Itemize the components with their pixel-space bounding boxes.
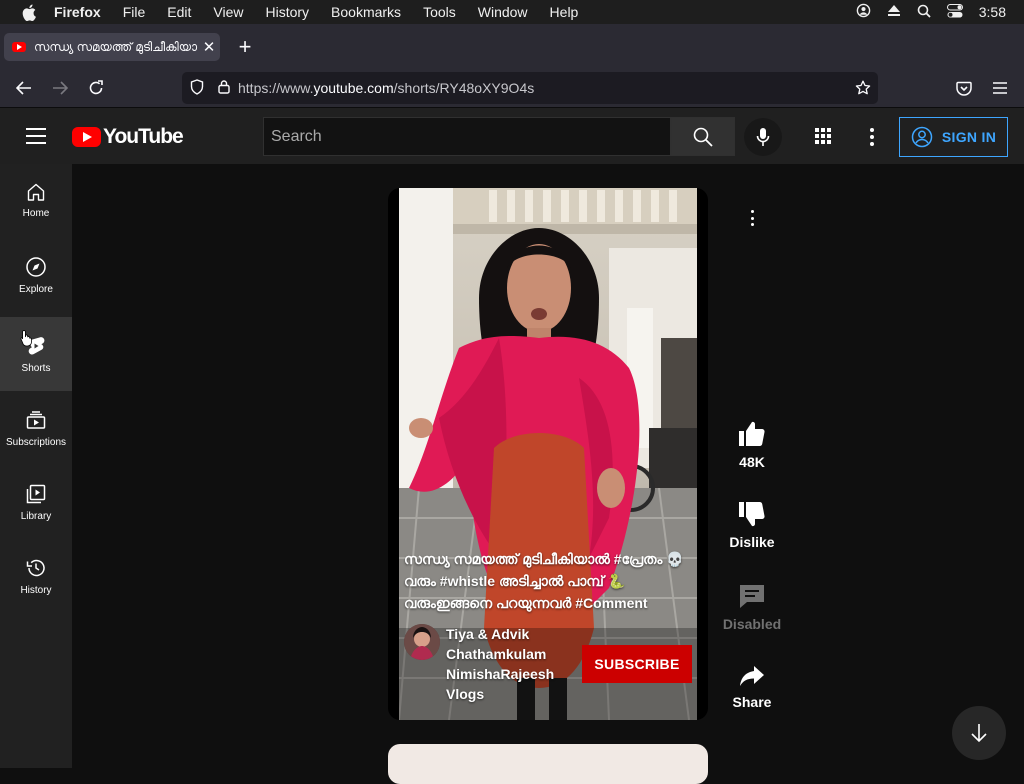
search-button[interactable] <box>671 117 735 156</box>
dislike-button[interactable]: Dislike <box>722 500 782 550</box>
next-short-button[interactable] <box>952 706 1006 760</box>
forward-arrow-icon[interactable] <box>47 76 73 100</box>
thumbs-up-icon <box>739 421 765 446</box>
menu-window[interactable]: Window <box>478 4 528 20</box>
url-text[interactable]: https://www.youtube.com/shorts/RY48oXY9O… <box>238 80 534 96</box>
settings-more-icon[interactable] <box>862 126 882 148</box>
sidebar-item-label: History <box>20 585 52 596</box>
next-short-preview[interactable] <box>388 744 708 784</box>
menu-bookmarks[interactable]: Bookmarks <box>331 4 401 20</box>
sidebar-item-library[interactable]: Library <box>0 465 72 539</box>
lock-icon[interactable] <box>218 79 230 97</box>
sidebar-item-label: Explore <box>19 284 53 295</box>
sidebar-item-explore[interactable]: Explore <box>0 238 72 312</box>
library-icon <box>26 484 46 504</box>
apps-grid-icon[interactable] <box>813 126 833 146</box>
menu-help[interactable]: Help <box>550 4 579 20</box>
sign-in-button[interactable]: SIGN IN <box>899 117 1008 157</box>
tracking-shield-icon[interactable] <box>190 78 204 98</box>
app-menu-hamburger-icon[interactable] <box>987 76 1013 100</box>
like-count: 48K <box>739 454 765 470</box>
menu-view[interactable]: View <box>213 4 243 20</box>
channel-avatar[interactable] <box>404 624 440 660</box>
guide-menu-icon[interactable] <box>26 128 46 144</box>
sidebar-item-subscriptions[interactable]: Subscriptions <box>0 391 72 465</box>
menubar-clock[interactable]: 3:58 <box>979 4 1006 20</box>
sidebar-item-history[interactable]: History <box>0 539 72 613</box>
share-label: Share <box>732 694 772 710</box>
url-path: /shorts/RY48oXY9O4s <box>393 80 535 96</box>
short-more-options-icon[interactable] <box>746 208 758 228</box>
new-tab-plus-icon[interactable]: + <box>232 34 258 60</box>
sidebar-item-label: Library <box>20 511 52 522</box>
browser-nav-bar: https://www.youtube.com/shorts/RY48oXY9O… <box>0 68 1024 108</box>
mini-guide-sidebar: Home Explore Shorts Subscriptions Librar… <box>0 164 72 768</box>
search-icon <box>693 127 713 147</box>
tab-close-icon[interactable]: ✕ <box>198 38 220 56</box>
url-bar[interactable]: https://www.youtube.com/shorts/RY48oXY9O… <box>182 72 878 104</box>
voice-search-button[interactable] <box>744 118 782 156</box>
sidebar-item-label: Home <box>22 208 50 219</box>
control-center-icon[interactable] <box>946 3 963 21</box>
youtube-favicon-icon <box>12 42 26 52</box>
like-button[interactable]: 48K <box>722 420 782 470</box>
short-caption[interactable]: സന്ധ്യ സമയത്ത് മുടിചീകിയാൽ #പ്രേതം 💀 വരു… <box>404 548 700 614</box>
sign-in-label: SIGN IN <box>941 129 997 145</box>
comments-label: Disabled <box>722 616 782 632</box>
sidebar-item-home[interactable]: Home <box>0 164 72 238</box>
bookmark-star-icon[interactable] <box>855 80 871 99</box>
share-arrow-icon <box>740 666 764 686</box>
apple-icon[interactable] <box>18 0 40 24</box>
back-arrow-icon[interactable] <box>11 76 37 100</box>
tab-title: സന്ധ്യ സമയത്ത് മുടിചീകിയാൽ # <box>34 39 198 54</box>
pocket-icon[interactable] <box>951 76 977 100</box>
home-icon <box>27 183 45 201</box>
youtube-logo-text: YouTube <box>103 125 184 148</box>
youtube-logo[interactable]: YouTube <box>72 125 184 149</box>
compass-icon <box>26 257 46 277</box>
channel-name[interactable]: Tiya & Advik Chathamkulam NimishaRajeesh… <box>446 624 564 704</box>
comment-icon <box>740 585 764 608</box>
macos-menu-bar: Firefox File Edit View History Bookmarks… <box>0 0 1024 24</box>
arrow-down-icon <box>971 724 987 743</box>
thumbs-down-icon <box>739 502 765 527</box>
subscribe-button[interactable]: SUBSCRIBE <box>582 645 692 683</box>
reload-icon[interactable] <box>83 76 109 100</box>
subscriptions-icon <box>26 411 46 429</box>
eject-icon[interactable] <box>887 4 901 20</box>
youtube-play-logo-icon <box>72 127 101 147</box>
browser-tab-strip: സന്ധ്യ സമയത്ത് മുടിചീകിയാൽ # ✕ + <box>0 24 1024 68</box>
menu-edit[interactable]: Edit <box>167 4 191 20</box>
user-account-icon[interactable] <box>856 3 871 21</box>
menu-tools[interactable]: Tools <box>423 4 456 20</box>
dislike-label: Dislike <box>729 534 775 550</box>
sidebar-item-label: Subscriptions <box>5 437 67 448</box>
mouse-cursor-hand-icon <box>20 329 34 352</box>
menu-file[interactable]: File <box>123 4 146 20</box>
menu-history[interactable]: History <box>265 4 309 20</box>
account-circle-icon <box>911 126 933 148</box>
microphone-icon <box>756 128 770 146</box>
spotlight-search-icon[interactable] <box>917 4 931 21</box>
search-input[interactable] <box>271 127 670 146</box>
browser-tab-active[interactable]: സന്ധ്യ സമയത്ത് മുടിചീകിയാൽ # ✕ <box>4 33 220 61</box>
search-box[interactable] <box>263 117 671 156</box>
url-prefix: https://www. <box>238 80 314 96</box>
share-button[interactable]: Share <box>722 664 782 710</box>
menu-app-firefox[interactable]: Firefox <box>54 4 101 20</box>
sidebar-item-shorts[interactable]: Shorts <box>0 317 72 391</box>
url-domain: youtube.com <box>313 80 394 96</box>
history-icon <box>26 559 45 577</box>
sidebar-item-label: Shorts <box>21 363 51 374</box>
comments-button[interactable]: Disabled <box>722 582 782 632</box>
